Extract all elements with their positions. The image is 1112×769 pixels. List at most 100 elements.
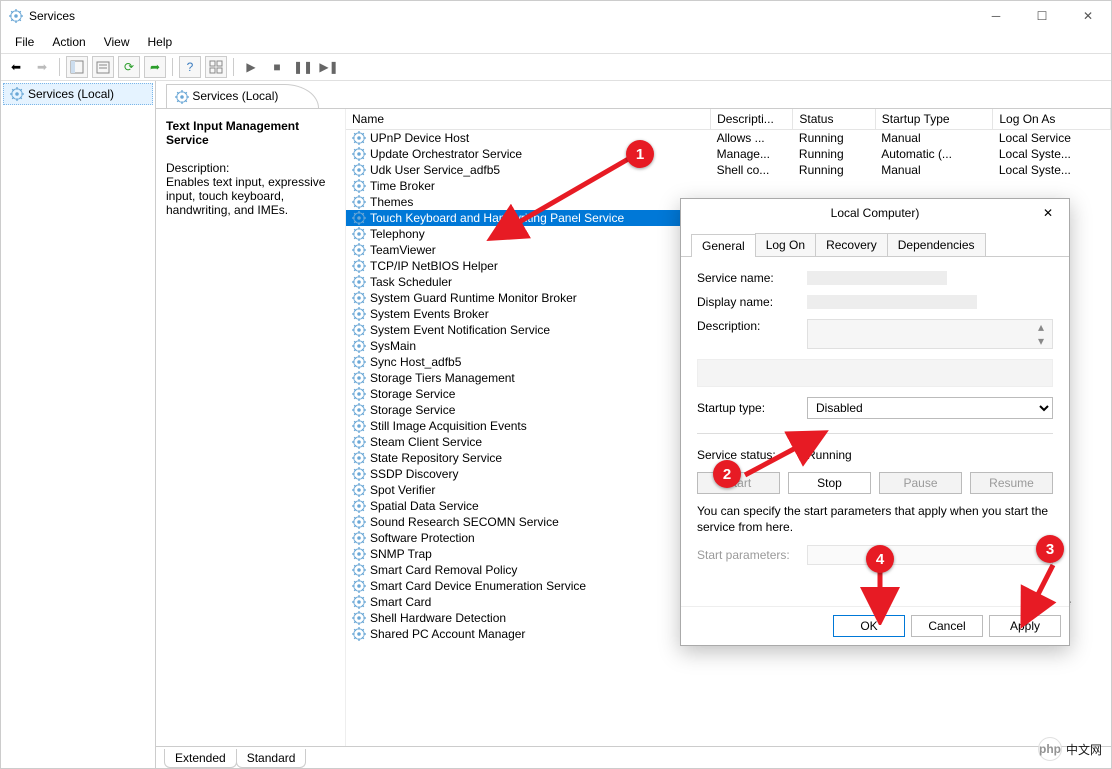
service-name-cell[interactable]: Storage Service: [346, 386, 711, 402]
col-name[interactable]: Name: [346, 109, 711, 130]
service-name-cell[interactable]: Shell Hardware Detection: [346, 610, 711, 626]
play-icon[interactable]: ▶: [240, 56, 262, 78]
menu-help[interactable]: Help: [140, 33, 181, 51]
scroll-down-icon[interactable]: ▾: [1038, 334, 1052, 348]
maximize-button[interactable]: ☐: [1019, 1, 1065, 31]
service-properties-dialog[interactable]: Local Computer) ✕ General Log On Recover…: [680, 198, 1070, 646]
cell-desc: [711, 178, 793, 194]
service-name-cell[interactable]: Spot Verifier: [346, 482, 711, 498]
tab-general[interactable]: General: [691, 234, 756, 257]
col-startup[interactable]: Startup Type: [875, 109, 993, 130]
tab-standard[interactable]: Standard: [236, 749, 307, 768]
col-logon[interactable]: Log On As: [993, 109, 1111, 130]
restart-icon[interactable]: ▶❚: [318, 56, 340, 78]
tab-extended[interactable]: Extended: [164, 749, 237, 768]
service-name-cell[interactable]: Shared PC Account Manager: [346, 626, 711, 642]
gear-icon: [352, 451, 366, 465]
cancel-button[interactable]: Cancel: [911, 615, 983, 637]
gear-icon: [352, 259, 366, 273]
refresh-button[interactable]: ⟳: [118, 56, 140, 78]
service-name-cell[interactable]: Smart Card: [346, 594, 711, 610]
col-status[interactable]: Status: [793, 109, 875, 130]
dialog-titlebar[interactable]: Local Computer) ✕: [681, 199, 1069, 227]
export-button[interactable]: ➦: [144, 56, 166, 78]
tab-logon[interactable]: Log On: [755, 233, 816, 256]
show-hide-tree-button[interactable]: [66, 56, 88, 78]
ok-button[interactable]: OK: [833, 615, 905, 637]
startup-type-select[interactable]: Disabled: [807, 397, 1053, 419]
service-name-cell[interactable]: System Guard Runtime Monitor Broker: [346, 290, 711, 306]
service-name-cell[interactable]: System Event Notification Service: [346, 322, 711, 338]
service-name-cell[interactable]: Touch Keyboard and Handwriting Panel Ser…: [346, 210, 711, 226]
start-parameters-input: [807, 545, 1053, 565]
service-name-cell[interactable]: Time Broker: [346, 178, 711, 194]
pause-button[interactable]: Pause: [879, 472, 962, 494]
php-icon: php: [1038, 737, 1062, 761]
minimize-button[interactable]: ─: [973, 1, 1019, 31]
apply-button[interactable]: Apply: [989, 615, 1061, 637]
service-name-cell[interactable]: Udk User Service_adfb5: [346, 162, 711, 178]
gear-icon: [352, 483, 366, 497]
menu-file[interactable]: File: [7, 33, 42, 51]
value-display-name: [807, 295, 977, 309]
info-pane: Text Input Management Service Descriptio…: [156, 109, 346, 746]
service-name-cell[interactable]: Software Protection: [346, 530, 711, 546]
col-description[interactable]: Descripti...: [711, 109, 793, 130]
service-name-cell[interactable]: Sound Research SECOMN Service: [346, 514, 711, 530]
back-button[interactable]: ⬅: [5, 56, 27, 78]
pause-icon[interactable]: ❚❚: [292, 56, 314, 78]
gear-icon: [10, 87, 24, 101]
service-name-cell[interactable]: SNMP Trap: [346, 546, 711, 562]
service-name-cell[interactable]: SSDP Discovery: [346, 466, 711, 482]
tree-item-services-local[interactable]: Services (Local): [3, 83, 153, 105]
cell-startup: Automatic (...: [875, 146, 993, 162]
path-to-executable: [697, 359, 1053, 387]
titlebar[interactable]: Services ─ ☐ ✕: [1, 1, 1111, 31]
service-name-cell[interactable]: State Repository Service: [346, 450, 711, 466]
service-name-cell[interactable]: Update Orchestrator Service: [346, 146, 711, 162]
service-name-cell[interactable]: Still Image Acquisition Events: [346, 418, 711, 434]
service-name-cell[interactable]: TCP/IP NetBIOS Helper: [346, 258, 711, 274]
service-name-cell[interactable]: TeamViewer: [346, 242, 711, 258]
grid-button[interactable]: [205, 56, 227, 78]
header-tab: Services (Local): [166, 84, 319, 108]
dialog-tabs: General Log On Recovery Dependencies: [681, 227, 1069, 257]
dialog-title: Local Computer): [831, 206, 920, 220]
gear-icon: [352, 355, 366, 369]
gear-icon: [352, 611, 366, 625]
service-name-cell[interactable]: Spatial Data Service: [346, 498, 711, 514]
close-button[interactable]: ✕: [1065, 1, 1111, 31]
scroll-up-icon[interactable]: ▴: [1038, 320, 1052, 334]
table-row[interactable]: UPnP Device HostAllows ...RunningManualL…: [346, 130, 1111, 147]
service-name-cell[interactable]: Storage Tiers Management: [346, 370, 711, 386]
table-row[interactable]: Udk User Service_adfb5Shell co...Running…: [346, 162, 1111, 178]
cell-desc: Allows ...: [711, 130, 793, 147]
stop-button[interactable]: Stop: [788, 472, 871, 494]
service-name-cell[interactable]: System Events Broker: [346, 306, 711, 322]
dialog-close-button[interactable]: ✕: [1033, 203, 1063, 223]
tab-recovery[interactable]: Recovery: [815, 233, 888, 256]
menu-view[interactable]: View: [96, 33, 138, 51]
table-row[interactable]: Update Orchestrator ServiceManage...Runn…: [346, 146, 1111, 162]
forward-button[interactable]: ➡: [31, 56, 53, 78]
service-name-cell[interactable]: Task Scheduler: [346, 274, 711, 290]
service-name-cell[interactable]: SysMain: [346, 338, 711, 354]
menu-action[interactable]: Action: [44, 33, 93, 51]
tab-dependencies[interactable]: Dependencies: [887, 233, 986, 256]
service-name-cell[interactable]: Sync Host_adfb5: [346, 354, 711, 370]
description-box[interactable]: ▴▾: [807, 319, 1053, 349]
service-name-cell[interactable]: Storage Service: [346, 402, 711, 418]
service-name-cell[interactable]: Themes: [346, 194, 711, 210]
stop-icon[interactable]: ■: [266, 56, 288, 78]
table-row[interactable]: Time Broker: [346, 178, 1111, 194]
value-service-name: [807, 271, 947, 285]
service-name-cell[interactable]: Telephony: [346, 226, 711, 242]
service-name-cell[interactable]: Smart Card Removal Policy: [346, 562, 711, 578]
service-name-cell[interactable]: UPnP Device Host: [346, 130, 711, 146]
service-name-cell[interactable]: Smart Card Device Enumeration Service: [346, 578, 711, 594]
help-button[interactable]: ?: [179, 56, 201, 78]
description-label: Description:: [166, 161, 335, 175]
properties-button[interactable]: [92, 56, 114, 78]
resume-button[interactable]: Resume: [970, 472, 1053, 494]
service-name-cell[interactable]: Steam Client Service: [346, 434, 711, 450]
